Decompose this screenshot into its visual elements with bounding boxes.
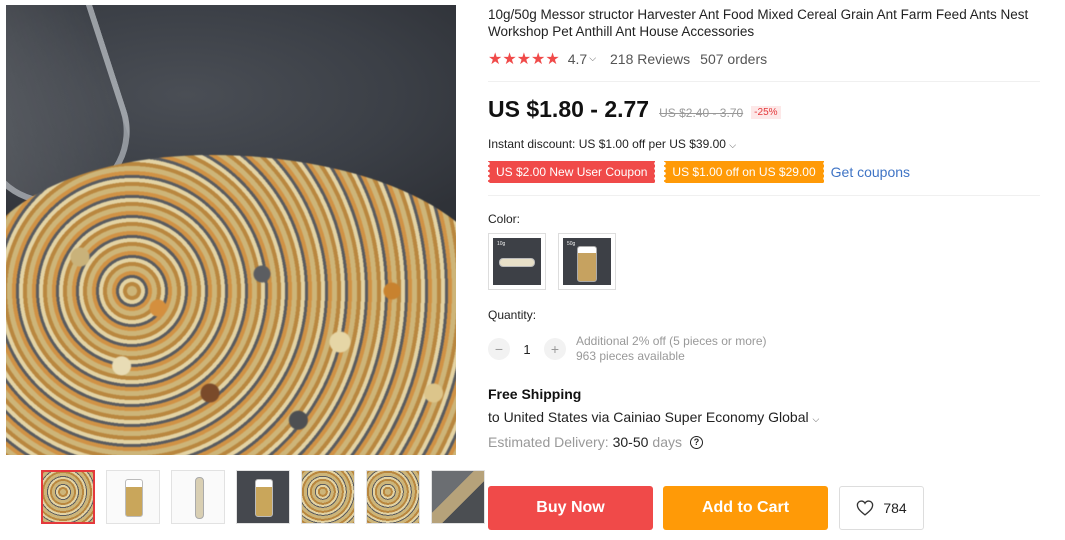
tube-icon (499, 258, 535, 267)
question-icon[interactable]: ? (689, 435, 703, 449)
shipping-to-text: to United States via Cainiao Super Econo… (488, 409, 809, 425)
thumbnail-7[interactable] (431, 470, 485, 524)
thumbnail-6[interactable] (366, 470, 420, 524)
product-title: 10g/50g Messor structor Harvester Ant Fo… (488, 7, 1029, 39)
increase-button[interactable]: + (544, 338, 566, 360)
divider (488, 81, 1040, 82)
rating-row: ★★★★★ 4.7 ⌵ 218 Reviews 507 orders (488, 50, 1043, 68)
discount-badge: -25% (751, 106, 781, 119)
color-option-10g[interactable]: 10g (488, 233, 546, 290)
swatch-label: 10g (497, 241, 506, 247)
delivery-days: 30-50 (612, 434, 649, 450)
original-price: US $2.40 - 3.70 (659, 106, 744, 120)
color-label: Color: (488, 212, 521, 226)
current-price: US $1.80 - 2.77 (488, 96, 650, 122)
action-buttons: Buy Now Add to Cart 784 (488, 486, 924, 530)
orders-count: 507 orders (700, 50, 768, 67)
chevron-down-icon[interactable]: ⌵ (729, 140, 736, 150)
instant-discount[interactable]: Instant discount: US $1.00 off per US $3… (488, 137, 1043, 151)
divider (488, 195, 1040, 196)
estimated-delivery: Estimated Delivery: 30-50 days ? (488, 434, 1043, 450)
new-user-coupon[interactable]: US $2.00 New User Coupon (488, 161, 656, 183)
thumbnail-strip (41, 470, 485, 524)
quantity-note: Additional 2% off (5 pieces or more) 963… (576, 334, 767, 364)
shipping-title: Free Shipping (488, 386, 582, 402)
coupon-row: US $2.00 New User Coupon US $1.00 off on… (488, 161, 1043, 183)
price-row: US $1.80 - 2.77 US $2.40 - 3.70 -25% (488, 96, 1043, 123)
quantity-value[interactable]: 1 (510, 342, 544, 357)
thumbnail-2[interactable] (106, 470, 160, 524)
quantity-stepper: − 1 + Additional 2% off (5 pieces or mor… (488, 334, 1043, 364)
wishlist-count: 784 (883, 500, 907, 516)
color-option-50g[interactable]: 50g (558, 233, 616, 290)
thumbnail-5[interactable] (301, 470, 355, 524)
product-info: 10g/50g Messor structor Harvester Ant Fo… (488, 0, 1043, 450)
get-coupons-link[interactable]: Get coupons (831, 164, 910, 180)
shipping-destination[interactable]: to United States via Cainiao Super Econo… (488, 409, 1043, 425)
pieces-available: 963 pieces available (576, 349, 685, 363)
thumbnail-4[interactable] (236, 470, 290, 524)
decrease-button[interactable]: − (488, 338, 510, 360)
grain-pile (6, 155, 456, 455)
chevron-down-icon[interactable]: ⌵ (813, 414, 820, 424)
delivery-unit: days (652, 434, 682, 450)
bulk-discount-text: Additional 2% off (5 pieces or more) (576, 334, 767, 348)
color-swatches: 10g 50g (488, 233, 1043, 290)
instant-discount-text: Instant discount: US $1.00 off per US $3… (488, 137, 726, 151)
chevron-down-icon[interactable]: ⌵ (589, 53, 596, 64)
store-coupon[interactable]: US $1.00 off on US $29.00 (664, 161, 824, 183)
quantity-label: Quantity: (488, 308, 537, 322)
delivery-label: Estimated Delivery: (488, 434, 609, 450)
star-rating-icons: ★★★★★ (488, 50, 560, 68)
swatch-label: 50g (567, 241, 576, 247)
rating-score[interactable]: 4.7 (568, 51, 587, 67)
jar-icon (577, 246, 597, 282)
heart-icon (857, 500, 874, 516)
buy-now-button[interactable]: Buy Now (488, 486, 653, 530)
swatch-image: 10g (493, 238, 541, 285)
swatch-image: 50g (563, 238, 611, 285)
wishlist-button[interactable]: 784 (839, 486, 924, 530)
add-to-cart-button[interactable]: Add to Cart (663, 486, 828, 530)
thumbnail-3[interactable] (171, 470, 225, 524)
main-product-image[interactable] (6, 5, 456, 455)
reviews-link[interactable]: 218 Reviews (610, 51, 690, 67)
thumbnail-1[interactable] (41, 470, 95, 524)
